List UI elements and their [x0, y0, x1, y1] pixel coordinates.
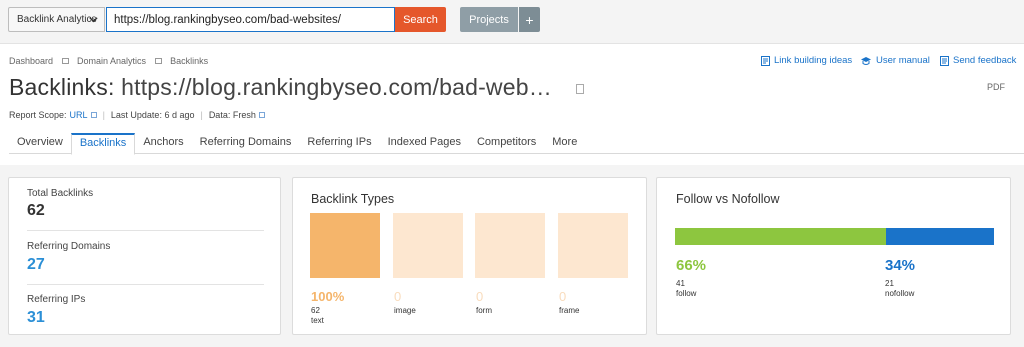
report-meta: Report Scope: URL | Last Update: 6 d ago…: [9, 110, 265, 120]
chevron-down-icon: [89, 17, 98, 23]
tab-more[interactable]: More: [544, 133, 585, 154]
url-input[interactable]: [106, 7, 395, 32]
link-building-ideas-link[interactable]: Link building ideas: [761, 55, 852, 66]
graduation-cap-icon: [861, 56, 871, 65]
tab-indexed-pages[interactable]: Indexed Pages: [380, 133, 469, 154]
type-bar-form[interactable]: [475, 213, 545, 278]
referring-ips-value[interactable]: 31: [27, 309, 45, 327]
user-manual-label: User manual: [876, 55, 930, 66]
type-pct-form: 0: [476, 289, 484, 304]
divider: [27, 230, 264, 231]
database-select[interactable]: Backlink Analytics: [8, 7, 105, 32]
nofollow-pct: 34%: [885, 257, 916, 274]
last-update-text: Last Update: 6 d ago: [110, 110, 195, 120]
type-bar-text[interactable]: [310, 213, 380, 278]
report-scope-link[interactable]: URL: [70, 110, 88, 120]
type-bar-frame[interactable]: [558, 213, 628, 278]
type-name-image: image: [394, 306, 416, 315]
pdf-export-button[interactable]: PDF: [987, 82, 1005, 92]
data-info-icon[interactable]: [258, 112, 265, 118]
copy-icon[interactable]: [576, 84, 584, 94]
type-name-frame: frame: [559, 306, 580, 315]
breadcrumb-separator-icon: [155, 58, 163, 64]
tab-backlinks[interactable]: Backlinks: [70, 133, 136, 155]
follow-ratio-bar[interactable]: [675, 228, 994, 245]
feedback-icon: [940, 55, 949, 66]
page-title-prefix: Backlinks:: [9, 74, 115, 100]
report-scope-label: Report Scope:: [9, 110, 67, 120]
referring-domains-value[interactable]: 27: [27, 256, 45, 274]
summary-card: Total Backlinks 62 Referring Domains 27 …: [8, 177, 281, 335]
send-feedback-label: Send feedback: [953, 55, 1017, 66]
breadcrumb: Dashboard Domain Analytics Backlinks: [9, 56, 208, 66]
backlink-types-card: Backlink Types 100% 62 text 0 image 0 fo…: [292, 177, 647, 335]
tab-overview[interactable]: Overview: [9, 133, 71, 154]
link-building-icon: [761, 55, 770, 66]
backlink-types-title: Backlink Types: [311, 192, 395, 206]
type-bar-image[interactable]: [393, 213, 463, 278]
type-count-text: 62: [311, 306, 320, 315]
total-backlinks-label: Total Backlinks: [27, 188, 94, 199]
follow-pct: 66%: [676, 257, 707, 274]
breadcrumb-dashboard[interactable]: Dashboard: [9, 56, 53, 66]
page-title-url: https://blog.rankingbyseo.com/bad-web…: [121, 74, 552, 100]
meta-divider: |: [200, 110, 203, 120]
tab-referring-domains[interactable]: Referring Domains: [192, 133, 300, 154]
breadcrumb-backlinks: Backlinks: [170, 56, 209, 66]
scope-dropdown-icon[interactable]: [90, 112, 97, 118]
tab-competitors[interactable]: Competitors: [469, 133, 544, 154]
nofollow-count: 21: [885, 279, 894, 288]
follow-label: follow: [676, 289, 697, 298]
data-freshness-text: Data: Fresh: [208, 110, 256, 120]
type-pct-image: 0: [394, 289, 402, 304]
projects-button[interactable]: Projects: [460, 7, 518, 32]
add-project-button[interactable]: +: [519, 7, 540, 32]
divider: [27, 284, 264, 285]
referring-domains-label: Referring Domains: [27, 241, 111, 252]
send-feedback-link[interactable]: Send feedback: [940, 55, 1016, 66]
user-manual-link[interactable]: User manual: [860, 55, 930, 66]
type-pct-text: 100%: [311, 289, 345, 304]
page-title: Backlinks: https://blog.rankingbyseo.com…: [9, 74, 552, 101]
type-pct-frame: 0: [559, 289, 567, 304]
breadcrumb-separator-icon: [62, 58, 70, 64]
meta-divider: |: [102, 110, 105, 120]
breadcrumb-domain-analytics[interactable]: Domain Analytics: [77, 56, 146, 66]
total-backlinks-value: 62: [27, 202, 45, 219]
follow-bar-segment[interactable]: [675, 228, 886, 245]
tab-referring-ips[interactable]: Referring IPs: [299, 133, 379, 154]
follow-count: 41: [676, 279, 685, 288]
follow-nofollow-card: Follow vs Nofollow 66% 41 follow 34% 21 …: [656, 177, 1011, 335]
summary-panels: Total Backlinks 62 Referring Domains 27 …: [0, 165, 1024, 347]
follow-nofollow-title: Follow vs Nofollow: [676, 192, 780, 206]
type-name-text: text: [311, 316, 324, 325]
referring-ips-label: Referring IPs: [27, 294, 86, 305]
type-name-form: form: [476, 306, 492, 315]
report-tabs: Overview Backlinks Anchors Referring Dom…: [9, 133, 1024, 155]
link-building-ideas-label: Link building ideas: [774, 55, 853, 66]
nofollow-label: nofollow: [885, 289, 915, 298]
search-button[interactable]: Search: [395, 7, 446, 32]
tab-anchors[interactable]: Anchors: [135, 133, 191, 154]
database-select-label: Backlink Analytics: [17, 14, 97, 25]
top-bar: Backlink Analytics Search Projects +: [0, 0, 1024, 44]
